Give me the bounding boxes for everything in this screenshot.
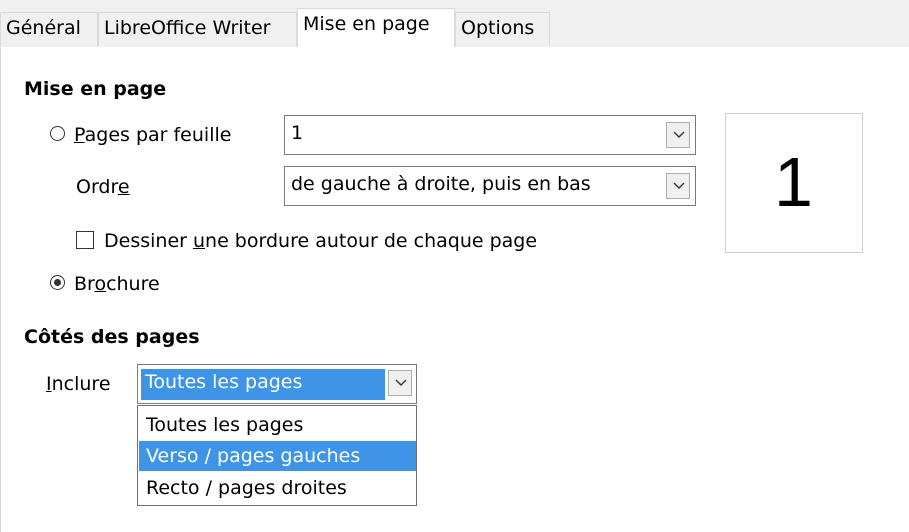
combo-value: Toutes les pages [145, 371, 303, 393]
list-item[interactable]: Recto / pages droites [139, 473, 416, 503]
section-heading-page-sides: Côtés des pages [24, 326, 200, 348]
pages-per-sheet-label: Pages par feuille [74, 124, 232, 146]
brochure-label: Brochure [74, 273, 160, 295]
list-item[interactable]: Toutes les pages [139, 410, 416, 440]
order-combo[interactable]: de gauche à droite, puis en bas [284, 166, 696, 206]
combo-dropdown-button[interactable] [388, 370, 412, 396]
pages-per-sheet-radio[interactable] [50, 126, 65, 141]
chevron-down-icon [673, 131, 685, 138]
include-dropdown-list: Toutes les pages Verso / pages gauches R… [137, 405, 417, 506]
tab-label: Options [461, 17, 535, 39]
tab-label: Général [6, 17, 81, 39]
tab-general[interactable]: Général [0, 12, 98, 46]
border-checkbox[interactable] [76, 231, 94, 249]
border-checkbox-label: Dessiner une bordure autour de chaque pa… [104, 230, 538, 252]
order-label: Ordre [76, 176, 130, 198]
tab-options[interactable]: Options [455, 12, 550, 46]
pages-per-sheet-combo[interactable]: 1 [284, 115, 696, 155]
chevron-down-icon [395, 379, 407, 386]
combo-dropdown-button[interactable] [666, 173, 690, 199]
combo-value: 1 [291, 122, 304, 144]
include-combo[interactable]: Toutes les pages [137, 364, 417, 404]
preview-page-number: 1 [774, 143, 813, 221]
chevron-down-icon [673, 182, 685, 189]
tab-label: Mise en page [303, 13, 430, 35]
combo-value: de gauche à droite, puis en bas [291, 173, 591, 195]
page-preview: 1 [725, 113, 863, 253]
tab-libreoffice-writer[interactable]: LibreOffice Writer [98, 12, 297, 46]
brochure-radio[interactable] [50, 275, 65, 290]
combo-dropdown-button[interactable] [666, 122, 690, 148]
include-label: Inclure [46, 373, 111, 395]
tab-label: LibreOffice Writer [104, 17, 271, 39]
list-item-selected[interactable]: Verso / pages gauches [139, 441, 416, 471]
section-heading-layout: Mise en page [24, 78, 167, 100]
tab-mise-en-page[interactable]: Mise en page [297, 8, 455, 48]
